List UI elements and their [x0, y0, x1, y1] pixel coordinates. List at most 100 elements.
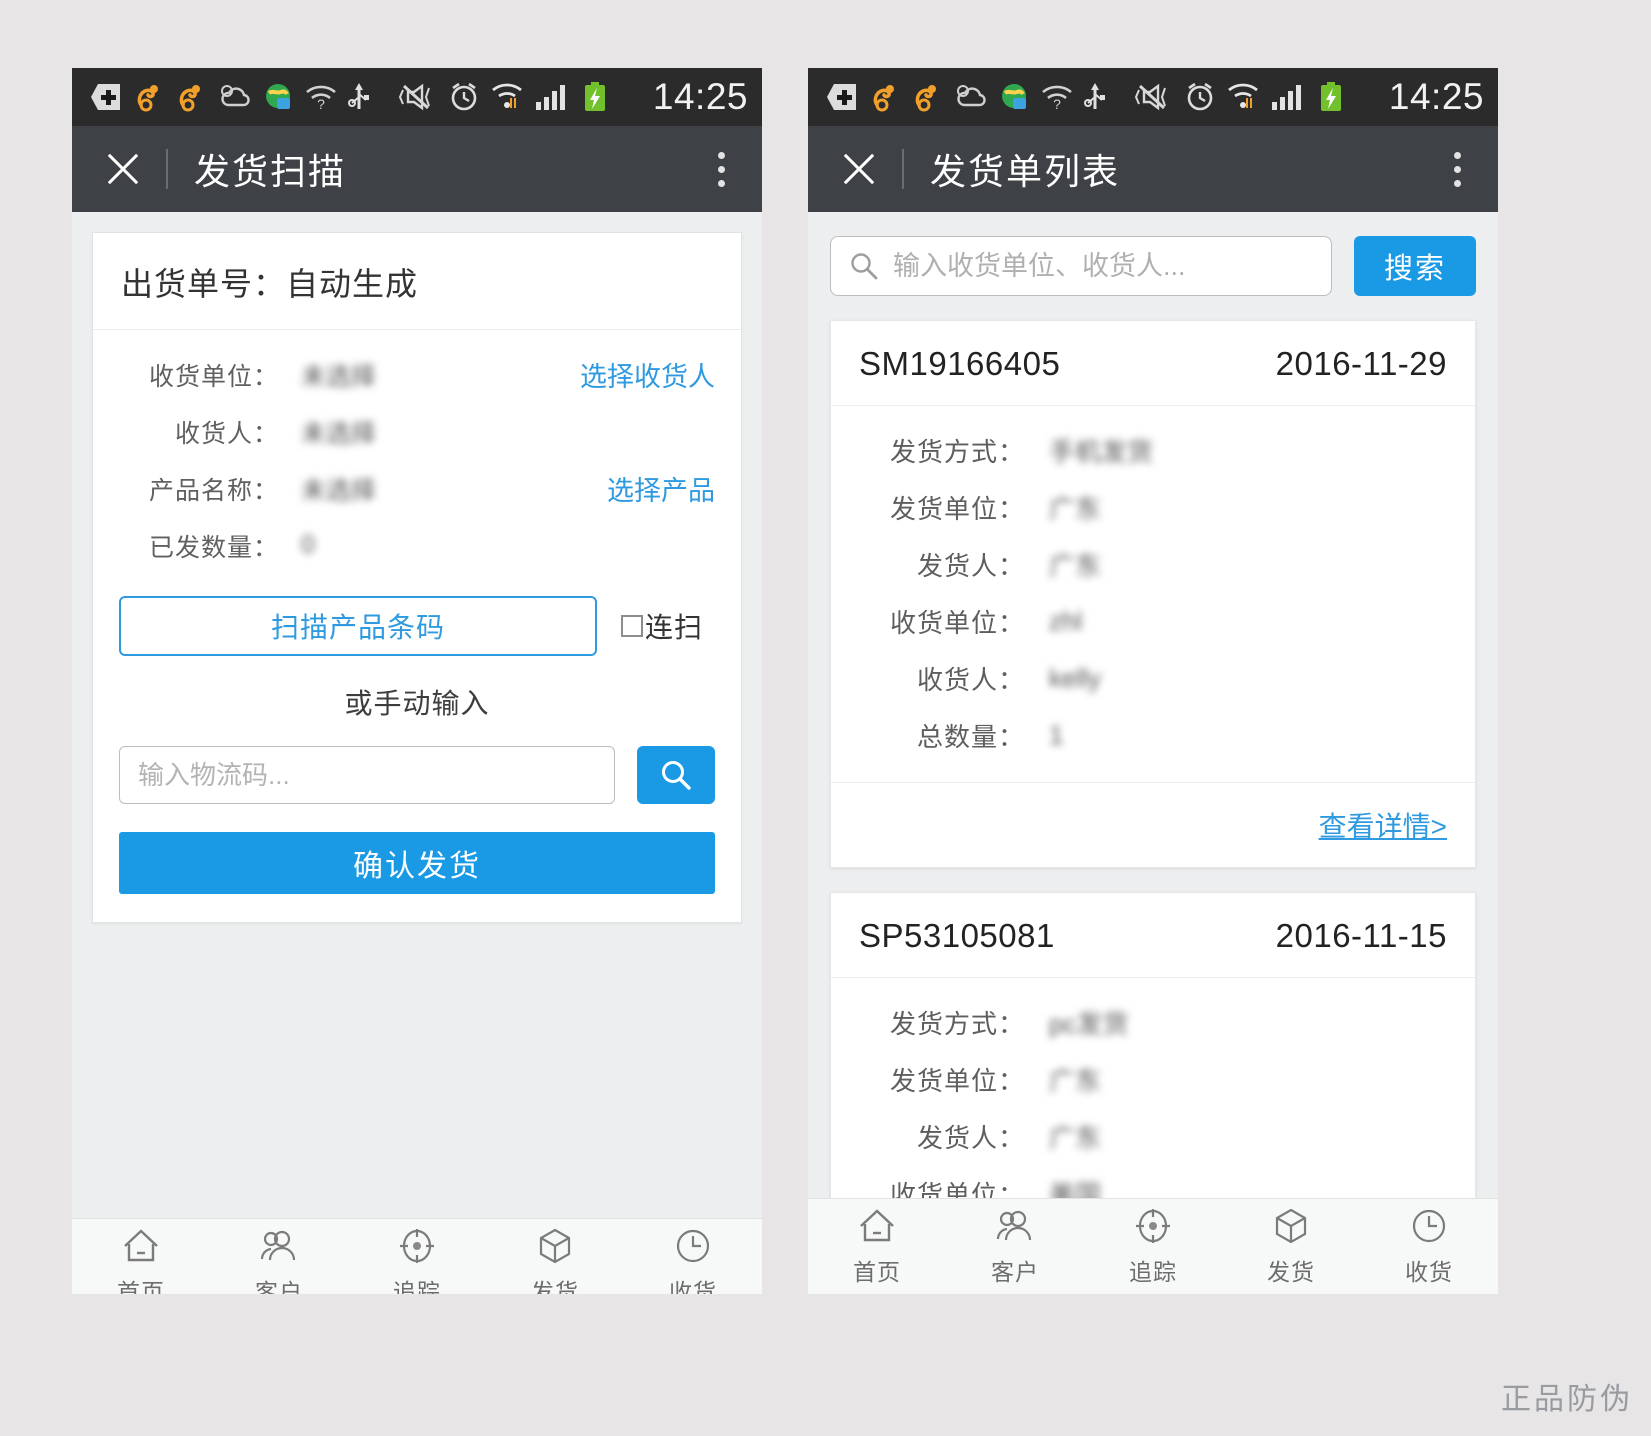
tab-customers[interactable]: 客户 — [210, 1219, 348, 1294]
uc-browser-icon-2 — [915, 85, 936, 112]
order-date: 2016-11-15 — [1275, 917, 1447, 954]
shipping-order-card[interactable]: SM19166405 2016-11-29 发货方式： 手机发货 发货单位： 广东 … — [830, 320, 1476, 868]
detail-value: pc发货 — [1049, 1009, 1129, 1039]
target-icon — [400, 1229, 434, 1263]
detail-label: 收货单位： — [889, 608, 1025, 638]
screenshot-stage: ? 14:25 发货扫描 出货单号：自动生成 收货单位： 未选择 选择收货人 收… — [0, 0, 1651, 1436]
mute-vibrate-icon — [1134, 83, 1166, 111]
phone-screen-shipping-scan: ? 14:25 发货扫描 出货单号：自动生成 收货单位： 未选择 选择收货人 收… — [72, 68, 762, 1294]
continuous-scan-checkbox[interactable]: 连扫 — [621, 606, 703, 646]
wifi-unknown-icon: ? — [306, 85, 336, 111]
tab-receiving[interactable]: 收货 — [1360, 1199, 1498, 1294]
detail-label: 收货人： — [916, 665, 1025, 695]
tab-label: 首页 — [853, 1259, 901, 1285]
shipping-form-card: 出货单号：自动生成 收货单位： 未选择 选择收货人 收货人： 未选择 产品名称： — [92, 232, 742, 923]
field-label: 已发数量： — [148, 533, 279, 562]
status-bar-icons: ? — [826, 81, 1376, 113]
detail-value: 1 — [1049, 720, 1064, 750]
search-icon — [662, 761, 691, 790]
box-icon — [1275, 1208, 1307, 1244]
logistics-code-input[interactable] — [119, 746, 615, 804]
card-footer: 查看详情> — [831, 782, 1475, 867]
header-divider — [902, 149, 904, 189]
detail-value: kelly — [1049, 663, 1102, 693]
mute-vibrate-icon — [398, 83, 430, 111]
tab-label: 收货 — [669, 1279, 717, 1294]
card-body: 收货单位： 未选择 选择收货人 收货人： 未选择 产品名称： 未选择 选择产品 — [93, 330, 741, 922]
field-value: 未选择 — [301, 419, 377, 448]
detail-row: 发货人： 广东 — [857, 536, 1449, 593]
bottom-tabbar-left: 首页 客户 追踪 发货 收货 — [72, 1218, 762, 1294]
signal-bars-icon — [536, 85, 565, 110]
status-bar: ? 14:25 — [808, 68, 1498, 126]
tab-label: 客户 — [991, 1259, 1039, 1285]
alarm-icon — [1187, 82, 1213, 111]
search-bar: 搜索 — [808, 212, 1498, 296]
view-detail-link[interactable]: 查看详情> — [1319, 811, 1447, 842]
tab-receiving[interactable]: 收货 — [624, 1219, 762, 1294]
tab-shipping[interactable]: 发货 — [486, 1219, 624, 1294]
home-icon — [860, 1209, 894, 1242]
detail-label: 发货人： — [916, 551, 1025, 581]
field-row-product-name: 产品名称： 未选择 选择产品 — [119, 460, 715, 517]
order-number: SM19166405 — [859, 345, 1061, 382]
detail-row: 发货人： 广东 — [857, 1108, 1449, 1165]
select-consignee-link[interactable]: 选择收货人 — [580, 355, 715, 394]
phone-screen-shipping-list: ? 14:25 发货单列表 输入收货单位、收货人... 搜索 SM1916640… — [808, 68, 1498, 1294]
select-product-link[interactable]: 选择产品 — [607, 469, 715, 508]
close-icon[interactable] — [102, 148, 144, 190]
search-logistics-button[interactable] — [637, 746, 715, 804]
usb-icon — [348, 83, 369, 109]
box-icon — [539, 1228, 571, 1264]
tab-label: 收货 — [1405, 1259, 1453, 1285]
field-value: 0 — [301, 531, 315, 559]
tab-tracking[interactable]: 追踪 — [1084, 1199, 1222, 1294]
detail-row: 发货方式： 手机发货 — [857, 422, 1449, 479]
detail-row: 发货方式： pc发货 — [857, 994, 1449, 1051]
add-badge-icon — [827, 84, 856, 110]
overflow-menu-icon[interactable] — [1440, 151, 1474, 187]
tab-home[interactable]: 首页 — [808, 1199, 946, 1294]
checkbox-box[interactable] — [621, 615, 643, 637]
watermark: 正品防伪 — [1501, 1383, 1633, 1416]
signal-bars-icon — [1272, 85, 1301, 110]
tab-tracking[interactable]: 追踪 — [348, 1219, 486, 1294]
usb-icon — [1084, 83, 1105, 109]
confirm-shipment-button[interactable]: 确认发货 — [119, 832, 715, 894]
wifi-unknown-icon: ? — [1042, 85, 1072, 111]
detail-row: 发货单位： 广东 — [857, 479, 1449, 536]
close-icon[interactable] — [838, 148, 880, 190]
tab-customers[interactable]: 客户 — [946, 1199, 1084, 1294]
users-icon — [260, 1230, 296, 1261]
app-header-left: 发货扫描 — [72, 126, 762, 212]
tab-label: 发货 — [531, 1279, 579, 1294]
field-row-consignee-unit: 收货单位： 未选择 选择收货人 — [119, 346, 715, 403]
weather-cloud-icon — [957, 85, 986, 107]
search-input[interactable] — [893, 250, 1313, 282]
tab-home[interactable]: 首页 — [72, 1219, 210, 1294]
uc-browser-icon — [873, 85, 894, 112]
tab-label: 客户 — [255, 1279, 303, 1294]
field-row-shipped-qty: 已发数量： 0 — [119, 517, 715, 574]
field-value: 未选择 — [301, 362, 377, 391]
detail-value: 广东 — [1049, 551, 1102, 581]
overflow-menu-icon[interactable] — [704, 151, 738, 187]
detail-row: 收货人： kelly — [857, 650, 1449, 707]
tab-shipping[interactable]: 发货 — [1222, 1199, 1360, 1294]
users-icon — [996, 1210, 1032, 1241]
detail-value: 手机发货 — [1049, 437, 1154, 467]
status-bar-clock: 14:25 — [1388, 76, 1484, 117]
battery-charging-icon — [1321, 82, 1341, 111]
card-body: 发货方式： 手机发货 发货单位： 广东 发货人： 广东 收货单位： zhl 收货人： ke… — [831, 406, 1475, 782]
tab-label: 追踪 — [393, 1279, 441, 1294]
detail-row: 发货单位： 广东 — [857, 1051, 1449, 1108]
shipment-no-title: 出货单号：自动生成 — [121, 266, 419, 302]
scan-product-barcode-button[interactable]: 扫描产品条码 — [119, 596, 597, 656]
svg-text:?: ? — [317, 96, 325, 111]
app-header-right: 发货单列表 — [808, 126, 1498, 212]
alarm-icon — [451, 82, 477, 111]
order-number: SP53105081 — [859, 917, 1055, 954]
search-field[interactable] — [830, 236, 1332, 296]
detail-row: 收货单位： zhl — [857, 593, 1449, 650]
search-button[interactable]: 搜索 — [1354, 236, 1476, 296]
